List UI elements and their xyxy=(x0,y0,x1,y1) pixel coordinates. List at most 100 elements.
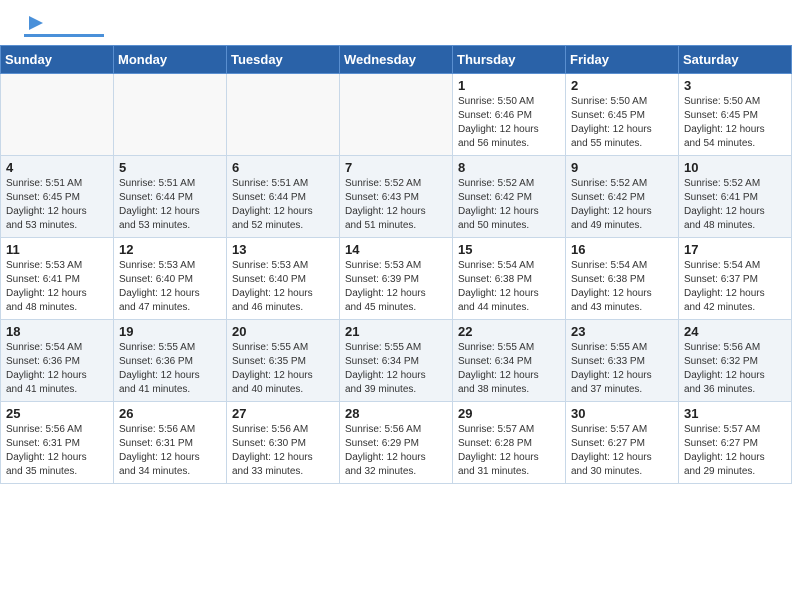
day-number: 12 xyxy=(119,242,221,257)
day-info: Sunrise: 5:51 AMSunset: 6:44 PMDaylight:… xyxy=(119,177,221,233)
calendar-cell: 10 Sunrise: 5:52 AMSunset: 6:41 PMDayligh… xyxy=(679,156,792,238)
day-info: Sunrise: 5:52 AMSunset: 6:43 PMDaylight:… xyxy=(345,177,447,233)
day-info: Sunrise: 5:57 AMSunset: 6:28 PMDaylight:… xyxy=(458,423,560,479)
logo-icon xyxy=(27,14,45,32)
day-info: Sunrise: 5:57 AMSunset: 6:27 PMDaylight:… xyxy=(571,423,673,479)
calendar-cell: 12Sunrise: 5:53 AMSunset: 6:40 PMDayligh… xyxy=(114,238,227,320)
calendar-cell: 15 Sunrise: 5:54 AMSunset: 6:38 PMDayligh… xyxy=(453,238,566,320)
day-info: Sunrise: 5:52 AMSunset: 6:42 PMDaylight:… xyxy=(458,177,560,233)
calendar-cell: 8Sunrise: 5:52 AMSunset: 6:42 PMDaylight… xyxy=(453,156,566,238)
day-info: Sunrise: 5:53 AMSunset: 6:40 PMDaylight:… xyxy=(232,259,334,315)
calendar-week-row: 4 Sunrise: 5:51 AMSunset: 6:45 PMDaylight… xyxy=(1,156,792,238)
calendar-day-header: Thursday xyxy=(453,46,566,74)
day-number: 14 xyxy=(345,242,447,257)
calendar-cell: 6 Sunrise: 5:51 AMSunset: 6:44 PMDaylight… xyxy=(227,156,340,238)
day-info: Sunrise: 5:56 AMSunset: 6:30 PMDaylight:… xyxy=(232,423,334,479)
day-info: Sunrise: 5:54 AMSunset: 6:38 PMDaylight:… xyxy=(571,259,673,315)
day-number: 17 xyxy=(684,242,786,257)
day-info: Sunrise: 5:55 AMSunset: 6:34 PMDaylight:… xyxy=(345,341,447,397)
day-number: 24 xyxy=(684,324,786,339)
calendar-cell xyxy=(340,74,453,156)
day-info: Sunrise: 5:51 AMSunset: 6:44 PMDaylight:… xyxy=(232,177,334,233)
day-info: Sunrise: 5:54 AMSunset: 6:37 PMDaylight:… xyxy=(684,259,786,315)
day-number: 19 xyxy=(119,324,221,339)
calendar-cell: 5 Sunrise: 5:51 AMSunset: 6:44 PMDaylight… xyxy=(114,156,227,238)
day-number: 5 xyxy=(119,160,221,175)
day-info: Sunrise: 5:52 AMSunset: 6:42 PMDaylight:… xyxy=(571,177,673,233)
day-number: 22 xyxy=(458,324,560,339)
day-number: 10 xyxy=(684,160,786,175)
calendar-cell: 18Sunrise: 5:54 AMSunset: 6:36 PMDayligh… xyxy=(1,320,114,402)
day-info: Sunrise: 5:53 AMSunset: 6:39 PMDaylight:… xyxy=(345,259,447,315)
calendar-day-header: Friday xyxy=(566,46,679,74)
calendar-header-row: SundayMondayTuesdayWednesdayThursdayFrid… xyxy=(1,46,792,74)
calendar-cell: 14 Sunrise: 5:53 AMSunset: 6:39 PMDayligh… xyxy=(340,238,453,320)
calendar-cell: 3 Sunrise: 5:50 AMSunset: 6:45 PMDaylight… xyxy=(679,74,792,156)
day-info: Sunrise: 5:54 AMSunset: 6:38 PMDaylight:… xyxy=(458,259,560,315)
calendar-cell: 26Sunrise: 5:56 AMSunset: 6:31 PMDayligh… xyxy=(114,402,227,484)
day-number: 28 xyxy=(345,406,447,421)
calendar-week-row: 25 Sunrise: 5:56 AMSunset: 6:31 PMDayligh… xyxy=(1,402,792,484)
calendar-cell xyxy=(1,74,114,156)
day-number: 7 xyxy=(345,160,447,175)
calendar-cell xyxy=(227,74,340,156)
day-number: 9 xyxy=(571,160,673,175)
day-number: 25 xyxy=(6,406,108,421)
calendar-cell: 2Sunrise: 5:50 AMSunset: 6:45 PMDaylight… xyxy=(566,74,679,156)
day-info: Sunrise: 5:56 AMSunset: 6:29 PMDaylight:… xyxy=(345,423,447,479)
day-number: 4 xyxy=(6,160,108,175)
calendar-week-row: 1Sunrise: 5:50 AMSunset: 6:46 PMDaylight… xyxy=(1,74,792,156)
logo xyxy=(24,18,104,37)
calendar-table: SundayMondayTuesdayWednesdayThursdayFrid… xyxy=(0,45,792,484)
header xyxy=(0,0,792,45)
calendar-cell: 25 Sunrise: 5:56 AMSunset: 6:31 PMDayligh… xyxy=(1,402,114,484)
day-info: Sunrise: 5:52 AMSunset: 6:41 PMDaylight:… xyxy=(684,177,786,233)
calendar-week-row: 18Sunrise: 5:54 AMSunset: 6:36 PMDayligh… xyxy=(1,320,792,402)
day-number: 21 xyxy=(345,324,447,339)
calendar-cell: 9 Sunrise: 5:52 AMSunset: 6:42 PMDaylight… xyxy=(566,156,679,238)
day-info: Sunrise: 5:55 AMSunset: 6:35 PMDaylight:… xyxy=(232,341,334,397)
day-number: 29 xyxy=(458,406,560,421)
day-number: 11 xyxy=(6,242,108,257)
day-info: Sunrise: 5:56 AMSunset: 6:31 PMDaylight:… xyxy=(119,423,221,479)
calendar-cell xyxy=(114,74,227,156)
calendar-cell: 13Sunrise: 5:53 AMSunset: 6:40 PMDayligh… xyxy=(227,238,340,320)
day-info: Sunrise: 5:56 AMSunset: 6:31 PMDaylight:… xyxy=(6,423,108,479)
calendar-cell: 31 Sunrise: 5:57 AMSunset: 6:27 PMDayligh… xyxy=(679,402,792,484)
calendar-day-header: Saturday xyxy=(679,46,792,74)
calendar-cell: 29 Sunrise: 5:57 AMSunset: 6:28 PMDayligh… xyxy=(453,402,566,484)
calendar-cell: 28 Sunrise: 5:56 AMSunset: 6:29 PMDayligh… xyxy=(340,402,453,484)
calendar-day-header: Tuesday xyxy=(227,46,340,74)
day-number: 6 xyxy=(232,160,334,175)
day-info: Sunrise: 5:56 AMSunset: 6:32 PMDaylight:… xyxy=(684,341,786,397)
calendar-cell: 22Sunrise: 5:55 AMSunset: 6:34 PMDayligh… xyxy=(453,320,566,402)
calendar-cell: 20 Sunrise: 5:55 AMSunset: 6:35 PMDayligh… xyxy=(227,320,340,402)
day-number: 23 xyxy=(571,324,673,339)
day-number: 1 xyxy=(458,78,560,93)
day-info: Sunrise: 5:55 AMSunset: 6:33 PMDaylight:… xyxy=(571,341,673,397)
day-number: 20 xyxy=(232,324,334,339)
day-number: 2 xyxy=(571,78,673,93)
calendar-cell: 7 Sunrise: 5:52 AMSunset: 6:43 PMDaylight… xyxy=(340,156,453,238)
calendar-cell: 24 Sunrise: 5:56 AMSunset: 6:32 PMDayligh… xyxy=(679,320,792,402)
day-number: 27 xyxy=(232,406,334,421)
calendar-cell: 27 Sunrise: 5:56 AMSunset: 6:30 PMDayligh… xyxy=(227,402,340,484)
calendar-day-header: Sunday xyxy=(1,46,114,74)
day-info: Sunrise: 5:53 AMSunset: 6:41 PMDaylight:… xyxy=(6,259,108,315)
calendar-cell: 17 Sunrise: 5:54 AMSunset: 6:37 PMDayligh… xyxy=(679,238,792,320)
day-number: 16 xyxy=(571,242,673,257)
day-number: 30 xyxy=(571,406,673,421)
day-number: 15 xyxy=(458,242,560,257)
calendar-cell: 23 Sunrise: 5:55 AMSunset: 6:33 PMDayligh… xyxy=(566,320,679,402)
calendar-day-header: Wednesday xyxy=(340,46,453,74)
day-info: Sunrise: 5:50 AMSunset: 6:45 PMDaylight:… xyxy=(684,95,786,151)
day-info: Sunrise: 5:57 AMSunset: 6:27 PMDaylight:… xyxy=(684,423,786,479)
calendar-cell: 30 Sunrise: 5:57 AMSunset: 6:27 PMDayligh… xyxy=(566,402,679,484)
calendar-cell: 1Sunrise: 5:50 AMSunset: 6:46 PMDaylight… xyxy=(453,74,566,156)
calendar-cell: 19Sunrise: 5:55 AMSunset: 6:36 PMDayligh… xyxy=(114,320,227,402)
calendar-cell: 21 Sunrise: 5:55 AMSunset: 6:34 PMDayligh… xyxy=(340,320,453,402)
day-number: 3 xyxy=(684,78,786,93)
calendar-cell: 16 Sunrise: 5:54 AMSunset: 6:38 PMDayligh… xyxy=(566,238,679,320)
day-info: Sunrise: 5:51 AMSunset: 6:45 PMDaylight:… xyxy=(6,177,108,233)
day-number: 31 xyxy=(684,406,786,421)
